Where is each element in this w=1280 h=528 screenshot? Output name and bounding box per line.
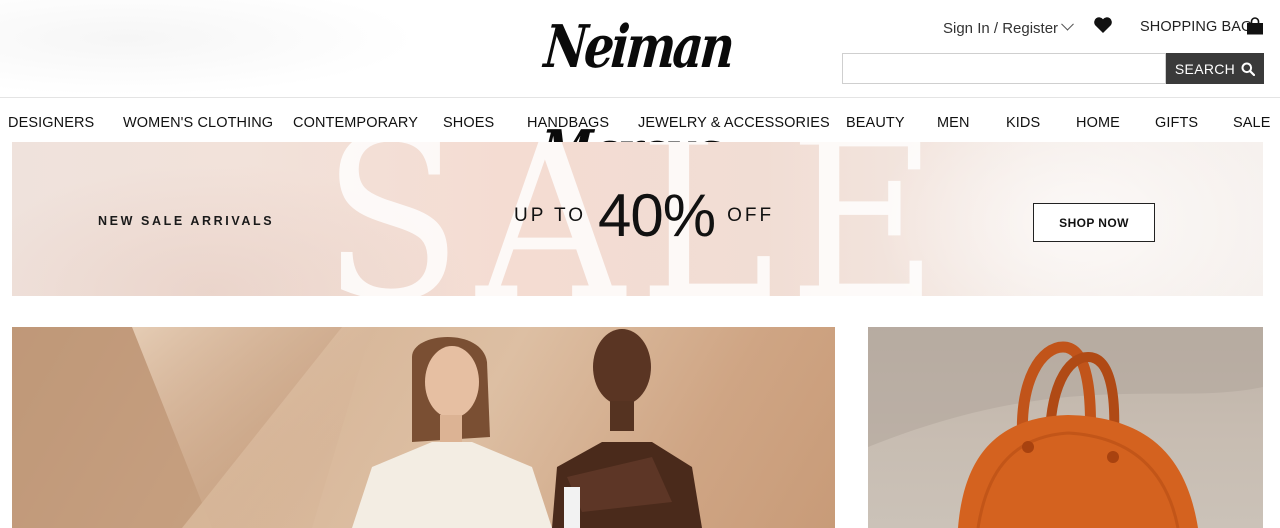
hero-tile-models[interactable] [12,327,835,528]
nav-item-kids[interactable]: KIDS [1006,115,1040,131]
offer-prefix: UP TO [514,205,587,226]
nav-item-beauty[interactable]: BEAUTY [846,115,905,131]
main-navigation: DESIGNERS WOMEN'S CLOTHING CONTEMPORARY … [0,98,1280,142]
search-button[interactable]: SEARCH [1166,53,1264,84]
neiman-marcus-logo[interactable]: Neiman Marcus [524,0,753,187]
sign-in-register-link[interactable]: Sign In / Register [943,17,1074,38]
models-photo [12,327,702,528]
bag-ring-2 [1107,451,1119,463]
nav-item-gifts[interactable]: GIFTS [1155,115,1198,131]
search-input[interactable] [842,53,1166,84]
chevron-down-icon [1061,17,1074,31]
nav-item-sale[interactable]: SALE [1233,115,1270,131]
model-face-2 [593,329,651,405]
nav-item-contemporary[interactable]: CONTEMPORARY [293,115,418,131]
offer-suffix: OFF [727,205,775,226]
nav-item-handbags[interactable]: HANDBAGS [527,115,609,131]
model-neck [440,415,462,445]
model-jacket [352,442,552,528]
nav-item-designers[interactable]: DESIGNERS [8,115,94,131]
magnifier-icon [1241,62,1256,76]
search-button-label: SEARCH [1174,60,1236,77]
handbag-body [958,415,1198,528]
nav-item-men[interactable]: MEN [937,115,970,131]
shopping-bag-link[interactable]: SHOPPING BAG [1140,19,1252,35]
shop-now-button[interactable]: SHOP NOW [1033,203,1155,242]
site-header: Neiman Marcus Sign In / Register SHOPPIN… [0,0,1280,187]
header-texture [0,0,420,96]
heart-icon[interactable] [1093,16,1113,34]
handbag-photo [868,327,1263,528]
offer-value: 40% [598,182,716,249]
shopping-bag-icon[interactable] [1246,17,1264,35]
bag-strap [564,487,580,528]
nav-item-home[interactable]: HOME [1076,115,1120,131]
sale-banner[interactable]: SALE NEW SALE ARRIVALS UP TO 40% OFF SHO… [12,142,1263,296]
bag-ring [1022,441,1034,453]
hero-tile-handbag[interactable] [868,327,1263,528]
new-sale-arrivals-text: NEW SALE ARRIVALS [98,214,275,228]
offer-text: UP TO 40% OFF [514,186,774,246]
nav-item-shoes[interactable]: SHOES [443,115,494,131]
account-label: Sign In / Register [943,19,1059,37]
nav-item-jewelry-accessories[interactable]: JEWELRY & ACCESSORIES [638,115,830,131]
nav-item-womens-clothing[interactable]: WOMEN'S CLOTHING [123,115,273,131]
model-face [425,346,479,418]
model-neck-2 [610,401,634,431]
